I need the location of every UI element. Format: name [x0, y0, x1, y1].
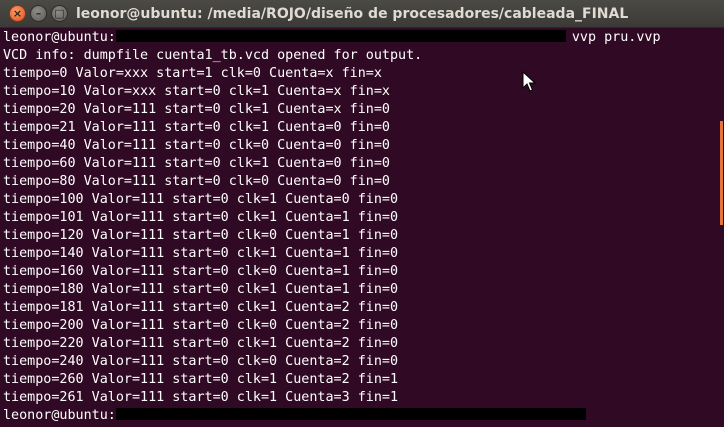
output-line: tiempo=120 Valor=111 start=0 clk=0 Cuent… — [3, 228, 399, 243]
output-line: tiempo=21 Valor=111 start=0 clk=1 Cuenta… — [3, 120, 390, 135]
command-line: leonor@ubuntu: vvp pru.vvp — [3, 29, 661, 47]
output-line: tiempo=100 Valor=111 start=0 clk=1 Cuent… — [3, 192, 399, 207]
scroll-thumb[interactable] — [720, 121, 723, 225]
output-line: tiempo=261 Valor=111 start=0 clk=1 Cuent… — [3, 390, 399, 405]
output-line: tiempo=20 Valor=111 start=0 clk=1 Cuenta… — [3, 102, 390, 117]
redacted-path — [115, 408, 586, 420]
output-line: tiempo=200 Valor=111 start=0 clk=0 Cuent… — [3, 318, 399, 333]
minimize-button[interactable]: – — [30, 5, 47, 22]
minimize-icon: – — [35, 7, 42, 20]
output-line: tiempo=180 Valor=111 start=0 clk=1 Cuent… — [3, 282, 399, 297]
output-line: tiempo=240 Valor=111 start=0 clk=0 Cuent… — [3, 354, 399, 369]
output-line: tiempo=140 Valor=111 start=0 clk=1 Cuent… — [3, 246, 399, 261]
terminal-window: × – □ leonor@ubuntu: /media/ROJO/diseño … — [0, 0, 724, 427]
output-line: tiempo=0 Valor=xxx start=1 clk=0 Cuenta=… — [3, 66, 382, 81]
maximize-icon: □ — [54, 7, 65, 20]
output-line: tiempo=181 Valor=111 start=0 clk=1 Cuent… — [3, 300, 399, 315]
close-icon: × — [12, 7, 23, 20]
output-line: tiempo=220 Valor=111 start=0 clk=1 Cuent… — [3, 336, 399, 351]
output-line: tiempo=10 Valor=xxx start=0 clk=1 Cuenta… — [3, 84, 390, 99]
output-line: tiempo=40 Valor=111 start=0 clk=0 Cuenta… — [3, 138, 390, 153]
mouse-pointer-icon — [522, 71, 536, 92]
output-line: VCD info: dumpfile cuenta1_tb.vcd opened… — [3, 48, 423, 63]
prompt-user: leonor@ubuntu: — [3, 30, 116, 45]
output-line: tiempo=80 Valor=111 start=0 clk=0 Cuenta… — [3, 174, 390, 189]
window-title: leonor@ubuntu: /media/ROJO/diseño de pro… — [76, 6, 629, 22]
title-bar[interactable]: × – □ leonor@ubuntu: /media/ROJO/diseño … — [0, 0, 724, 28]
output-line: tiempo=160 Valor=111 start=0 clk=0 Cuent… — [3, 264, 399, 279]
redacted-path — [115, 30, 566, 42]
prompt-user: leonor@ubuntu: — [3, 408, 116, 423]
output-line: tiempo=260 Valor=111 start=0 clk=1 Cuent… — [3, 372, 399, 387]
terminal-output[interactable]: leonor@ubuntu: vvp pru.vvp VCD info: dump… — [0, 29, 718, 427]
scrollbar[interactable] — [718, 29, 724, 427]
command-text: vvp pru.vvp — [571, 30, 661, 45]
output-line: tiempo=101 Valor=111 start=0 clk=1 Cuent… — [3, 210, 399, 225]
prompt-line: leonor@ubuntu: — [3, 407, 592, 425]
maximize-button[interactable]: □ — [51, 5, 68, 22]
output-line: tiempo=60 Valor=111 start=0 clk=1 Cuenta… — [3, 156, 390, 171]
close-button[interactable]: × — [9, 5, 26, 22]
